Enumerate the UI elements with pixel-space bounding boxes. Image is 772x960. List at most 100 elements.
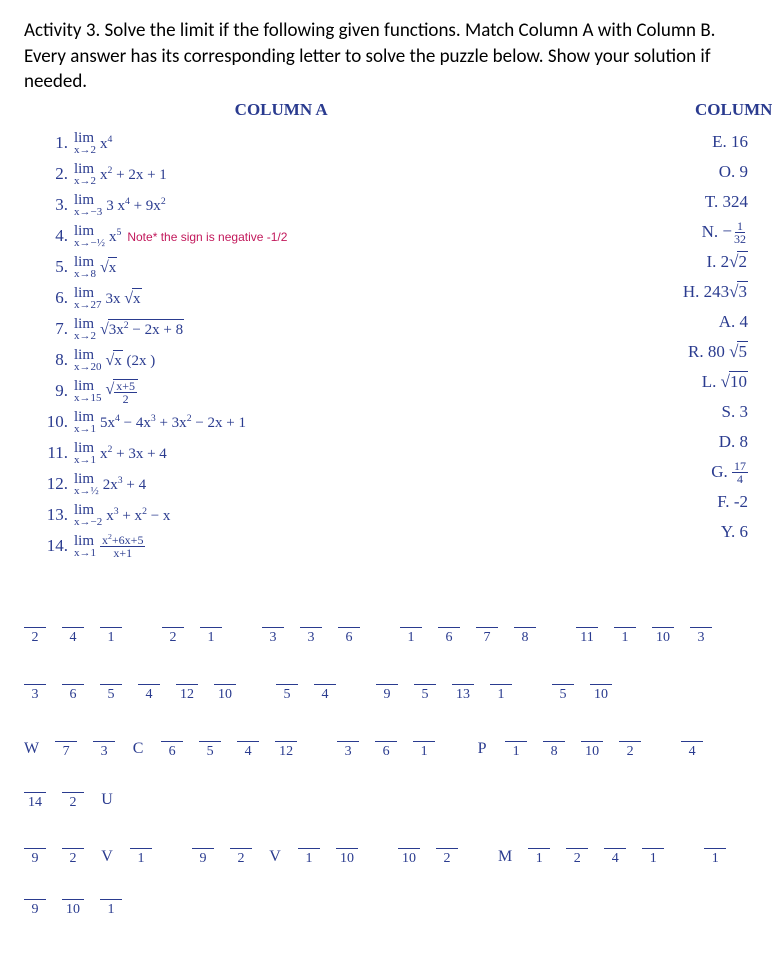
puzzle-slot: 2: [566, 834, 588, 869]
note-text: Note* the sign is negative -1/2: [127, 229, 287, 245]
answer-letter: I.: [706, 251, 720, 274]
puzzle-blank: [93, 727, 115, 742]
puzzle-slot-number: 1: [108, 629, 115, 648]
puzzle-slot-number: 1: [408, 629, 415, 648]
puzzle-slot-number: 4: [689, 743, 696, 762]
puzzle-slot-number: 5: [207, 743, 214, 762]
puzzle-slot: 2: [24, 613, 46, 648]
puzzle-slot-number: 1: [421, 743, 428, 762]
puzzle-slot: 5: [276, 670, 298, 705]
puzzle-slot-number: 1: [712, 850, 719, 869]
puzzle-slot: 9: [376, 670, 398, 705]
puzzle-slot-number: 14: [28, 794, 42, 813]
puzzle-blank: [162, 613, 184, 628]
puzzle-prefilled-letter: V: [268, 846, 282, 870]
puzzle-slot-number: 6: [169, 743, 176, 762]
puzzle-blank: [314, 670, 336, 685]
answer-value: -2: [734, 491, 748, 514]
puzzle-blank: [476, 613, 498, 628]
puzzle-blank: [614, 613, 636, 628]
puzzle-slot-number: 1: [513, 743, 520, 762]
puzzle-slot: 13: [452, 670, 474, 705]
limit-expression: lim x→2: [74, 162, 96, 187]
puzzle-blank: [528, 834, 550, 849]
puzzle-slot: 1: [100, 613, 122, 648]
puzzle-blank: [414, 670, 436, 685]
puzzle-slot-number: 4: [245, 743, 252, 762]
answer-letter: Y.: [721, 521, 740, 544]
puzzle-slot-number: 10: [585, 743, 599, 762]
puzzle-slot: 4: [62, 613, 84, 648]
puzzle-row: 365412105495131510: [24, 670, 748, 705]
puzzle-blank: [199, 727, 221, 742]
puzzle-slot-number: 12: [180, 686, 194, 705]
puzzle-blank: [604, 834, 626, 849]
puzzle-slot-number: 3: [308, 629, 315, 648]
puzzle-blank: [590, 670, 612, 685]
puzzle-slot-number: 3: [32, 686, 39, 705]
answer-value: 9: [739, 161, 748, 184]
puzzle-slot-number: 5: [108, 686, 115, 705]
column-a-item: 5. lim x→8 √x: [24, 253, 458, 283]
column-a-item: 7. lim x→2 √3x2 − 2x + 8: [24, 315, 458, 345]
puzzle-prefilled-letter: W: [24, 738, 39, 762]
puzzle-blank: [490, 670, 512, 685]
answer-letter: A.: [719, 311, 740, 334]
puzzle-slot-number: 5: [422, 686, 429, 705]
puzzle-slot: 11: [576, 613, 598, 648]
puzzle-slot: 2: [436, 834, 458, 869]
column-b-item: T. 324: [458, 188, 748, 218]
puzzle-slot: 9: [192, 834, 214, 869]
puzzle-blank: [237, 727, 259, 742]
puzzle-slot: 3: [690, 613, 712, 648]
item-number: 6.: [24, 287, 74, 310]
puzzle-slot: 6: [62, 670, 84, 705]
puzzle-slot-number: 6: [446, 629, 453, 648]
puzzle-blank: [375, 727, 397, 742]
puzzle-blank: [505, 727, 527, 742]
column-a-item: 10. lim x→1 5x4 − 4x3 + 3x2 − 2x + 1: [24, 408, 458, 438]
puzzle-blank: [298, 834, 320, 849]
puzzle-blank: [138, 670, 160, 685]
column-headers: COLUMN A COLUMN B: [24, 99, 748, 122]
puzzle-slot-number: 3: [345, 743, 352, 762]
puzzle-slot-number: 8: [522, 629, 529, 648]
puzzle-slot: 4: [237, 727, 259, 762]
puzzle-slot-number: 2: [444, 850, 451, 869]
puzzle-slot: 1: [413, 727, 435, 762]
puzzle-slot-number: 2: [70, 794, 77, 813]
puzzle-slot-number: 10: [218, 686, 232, 705]
puzzle-blank: [214, 670, 236, 685]
column-a-item: 2. lim x→2 x2 + 2x + 1: [24, 160, 458, 190]
puzzle-slot-number: 1: [622, 629, 629, 648]
puzzle-slot: 1: [528, 834, 550, 869]
puzzle-slot: 8: [543, 727, 565, 762]
limit-expression: lim x→1: [74, 441, 96, 466]
answer-letter: L.: [702, 371, 721, 394]
puzzle-slot-number: 2: [32, 629, 39, 648]
puzzle-slot: 10: [62, 885, 84, 920]
item-number: 8.: [24, 349, 74, 372]
answer-value: −132: [722, 220, 748, 245]
column-b-item: F. -2: [458, 488, 748, 518]
item-number: 2.: [24, 163, 74, 186]
puzzle-slot: 10: [398, 834, 420, 869]
answer-letter: N.: [702, 221, 723, 244]
answer-letter: T.: [705, 191, 723, 214]
puzzle-slot-number: 1: [306, 850, 313, 869]
puzzle-blank: [452, 670, 474, 685]
item-number: 13.: [24, 504, 74, 527]
puzzle-slot-number: 4: [146, 686, 153, 705]
puzzle-blank: [336, 834, 358, 849]
puzzle-blank: [24, 670, 46, 685]
limit-expression: lim x→−½: [74, 224, 105, 249]
puzzle-blank: [543, 727, 565, 742]
puzzle-slot-number: 2: [238, 850, 245, 869]
answer-letter: H.: [683, 281, 704, 304]
puzzle-slot-number: 5: [284, 686, 291, 705]
answer-letter: G.: [711, 461, 732, 484]
item-number: 10.: [24, 411, 74, 434]
puzzle-slot: 1: [642, 834, 664, 869]
puzzle-blank: [62, 834, 84, 849]
puzzle-slot: 1: [200, 613, 222, 648]
